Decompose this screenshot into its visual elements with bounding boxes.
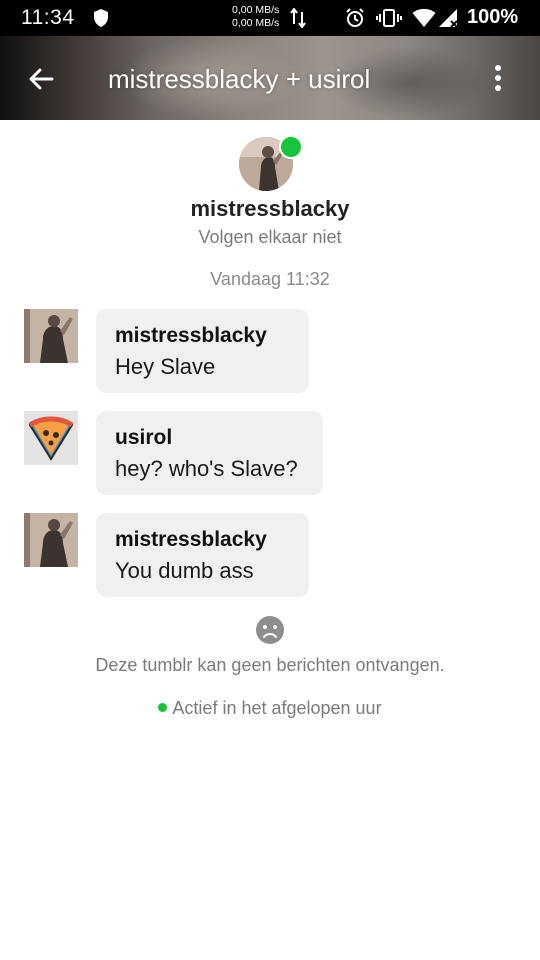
- message-bubble[interactable]: mistressblacky Hey Slave: [96, 309, 309, 393]
- message-text: You dumb ass: [115, 558, 254, 583]
- cannot-receive-notice: Deze tumblr kan geen berichten ontvangen…: [95, 655, 445, 675]
- profile-name[interactable]: mistressblacky: [0, 196, 540, 222]
- online-indicator: [279, 135, 303, 159]
- message-text: hey? who's Slave?: [115, 456, 298, 481]
- message-avatar[interactable]: [24, 513, 78, 567]
- more-options-icon[interactable]: [484, 64, 512, 94]
- network-speed: 0,00 MB/s 0,00 MB/s: [232, 4, 279, 30]
- message-sender: mistressblacky: [115, 528, 267, 551]
- avatar-photo: [24, 513, 78, 567]
- message-bubble[interactable]: mistressblacky You dumb ass: [96, 513, 309, 597]
- message-avatar[interactable]: [24, 309, 78, 363]
- vibrate-icon: [376, 9, 402, 27]
- status-time: 11:34: [21, 6, 75, 29]
- net-up-speed: 0,00 MB/s: [232, 4, 280, 16]
- status-bar: 11:34 0,00 MB/s 0,00 MB/s 100%: [0, 0, 540, 36]
- alarm-icon: [346, 8, 364, 27]
- message-bubble[interactable]: usirol hey? who's Slave?: [96, 411, 323, 495]
- signal-icon: [439, 9, 458, 28]
- conversation-header: mistressblacky + usirol: [0, 36, 540, 120]
- active-status: Actief in het afgelopen uur: [0, 698, 540, 719]
- conversation-title: mistressblacky + usirol: [108, 64, 371, 94]
- net-down-speed: 0,00 MB/s: [232, 17, 280, 29]
- message-timestamp: Vandaag 11:32: [210, 269, 330, 289]
- message-text: Hey Slave: [115, 354, 216, 379]
- sad-face-icon: [256, 616, 284, 644]
- message-sender: mistressblacky: [115, 324, 267, 347]
- message-sender: usirol: [115, 426, 173, 449]
- follow-status: Volgen elkaar niet: [198, 227, 342, 247]
- active-status-text: Actief in het afgelopen uur: [172, 698, 382, 718]
- avatar-photo: [24, 309, 78, 363]
- pizza-icon: [24, 411, 78, 465]
- shield-icon: [94, 9, 108, 27]
- wifi-icon: [412, 8, 436, 27]
- battery-level: 100%: [467, 6, 519, 28]
- data-arrows-icon: [290, 8, 306, 28]
- back-arrow-icon[interactable]: [22, 60, 60, 98]
- active-indicator: [158, 703, 168, 712]
- message-avatar[interactable]: [24, 411, 78, 465]
